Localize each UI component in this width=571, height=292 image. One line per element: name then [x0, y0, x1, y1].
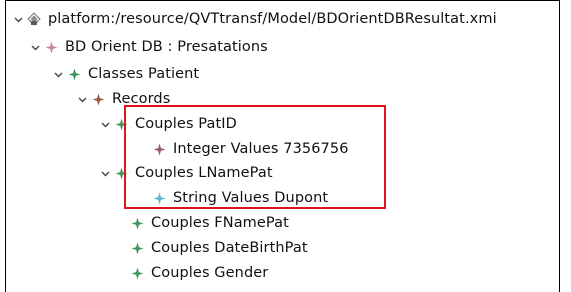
tree-node-couples-gender[interactable]: Couples Gender	[114, 261, 268, 285]
tree-node-couples-datebirthpat[interactable]: Couples DateBirthPat	[114, 236, 308, 260]
tree-node-label: BD Orient DB : Presatations	[65, 39, 268, 55]
model-element-icon	[114, 117, 128, 131]
tree-node-label: Integer Values 7356756	[173, 141, 349, 157]
model-tree-view: platform:/resource/QVTtransf/Model/BDOri…	[5, 0, 560, 292]
model-element-icon	[44, 40, 58, 54]
resource-file-icon	[27, 12, 41, 26]
model-element-icon	[67, 67, 81, 81]
tree-node-label: Couples LNamePat	[135, 165, 273, 181]
tree-node-couples-fnamepat[interactable]: Couples FNamePat	[114, 211, 289, 235]
tree-node-couples-patid[interactable]: Couples PatID	[98, 112, 237, 136]
tree-node-label: Couples Gender	[151, 265, 269, 281]
tree-node-integer-values[interactable]: Integer Values 7356756	[152, 137, 349, 161]
tree-node-string-values[interactable]: String Values Dupont	[152, 186, 328, 210]
chevron-down-icon[interactable]	[98, 117, 112, 131]
tree-node-records[interactable]: Records	[75, 87, 170, 111]
tree-node-label: Classes Patient	[88, 66, 200, 82]
chevron-down-icon[interactable]	[51, 67, 65, 81]
tree-node-label: platform:/resource/QVTtransf/Model/BDOri…	[48, 11, 497, 27]
tree-node-bd-orient-db[interactable]: BD Orient DB : Presatations	[28, 35, 268, 59]
tree-node-classes-patient[interactable]: Classes Patient	[51, 62, 199, 86]
tree-node-label: Records	[112, 91, 171, 107]
tree-node-couples-lnamepat[interactable]: Couples LNamePat	[98, 161, 273, 185]
tree-node-label: String Values Dupont	[173, 190, 329, 206]
model-element-icon	[114, 166, 128, 180]
chevron-down-icon[interactable]	[98, 166, 112, 180]
model-element-icon	[130, 216, 144, 230]
tree-node-label: Couples FNamePat	[151, 215, 289, 231]
model-element-icon	[130, 266, 144, 280]
chevron-down-icon[interactable]	[11, 12, 25, 26]
tree-node-root[interactable]: platform:/resource/QVTtransf/Model/BDOri…	[11, 7, 497, 31]
chevron-down-icon[interactable]	[75, 92, 89, 106]
model-element-icon	[152, 191, 166, 205]
tree-node-label: Couples PatID	[135, 116, 237, 132]
model-element-icon	[152, 142, 166, 156]
model-element-icon	[130, 241, 144, 255]
chevron-down-icon[interactable]	[28, 40, 42, 54]
tree-node-label: Couples DateBirthPat	[151, 240, 308, 256]
model-element-icon	[91, 92, 105, 106]
